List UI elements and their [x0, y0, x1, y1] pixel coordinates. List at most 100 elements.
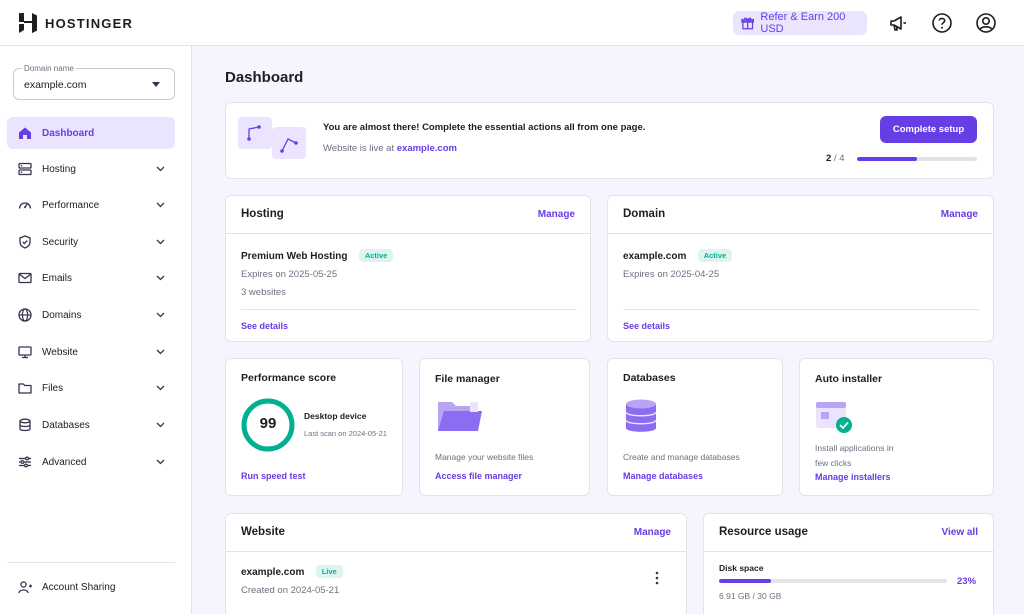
- sidebar-item-hosting[interactable]: Hosting: [7, 153, 175, 185]
- sidebar-item-label: Domains: [42, 309, 82, 321]
- file-manager-card: File manager Manage your website files A…: [419, 358, 590, 496]
- divider: [623, 309, 979, 310]
- hosting-manage-link[interactable]: Manage: [538, 209, 575, 220]
- performance-last-scan: Last scan on 2024-05-21: [304, 429, 387, 438]
- performance-score-gauge: 99: [240, 397, 296, 453]
- sidebar-item-label: Account Sharing: [42, 581, 116, 593]
- setup-progress-done: 2: [826, 153, 832, 164]
- hostinger-logo[interactable]: HOSTINGER: [19, 13, 133, 33]
- chevron-down-icon: [154, 163, 166, 175]
- setup-progress-text: 2 / 4: [826, 153, 845, 164]
- sidebar-item-files[interactable]: Files: [7, 372, 175, 404]
- website-live-link[interactable]: example.com: [397, 143, 457, 154]
- chevron-down-icon: [154, 199, 166, 211]
- mail-icon: [17, 270, 33, 286]
- status-badge: Active: [697, 249, 733, 263]
- chevron-down-icon: [154, 346, 166, 358]
- website-card: Website Manage example.com Live Created …: [225, 513, 687, 614]
- domain-select[interactable]: Domain name example.com: [13, 64, 175, 100]
- hostinger-logo-icon: [19, 13, 37, 33]
- account-button[interactable]: [975, 12, 997, 34]
- refer-earn-button[interactable]: Refer & Earn 200 USD: [733, 11, 867, 35]
- performance-card: Performance score 99 Desktop device Last…: [225, 358, 403, 496]
- domain-name: example.com: [623, 251, 687, 262]
- caret-down-icon: [152, 82, 160, 87]
- performance-score-value: 99: [259, 415, 277, 432]
- website-manage-link[interactable]: Manage: [634, 527, 671, 538]
- disk-usage-bar: [719, 579, 947, 583]
- hosting-card-title: Hosting: [241, 208, 284, 220]
- website-card-title: Website: [241, 526, 285, 538]
- sidebar-item-label: Dashboard: [42, 127, 95, 139]
- hosting-plan-name: Premium Web Hosting: [241, 251, 348, 262]
- sidebar-item-label: Performance: [42, 199, 100, 211]
- sidebar-item-label: Security: [42, 236, 79, 248]
- domain-manage-link[interactable]: Manage: [941, 209, 978, 220]
- domain-card-header: Domain Manage: [608, 196, 993, 234]
- home-icon: [17, 125, 33, 141]
- setup-illustration-icon: [238, 115, 308, 161]
- user-share-icon: [17, 579, 33, 595]
- chevron-down-icon: [154, 382, 166, 394]
- performance-card-title: Performance score: [241, 372, 337, 384]
- gauge-icon: [17, 197, 33, 213]
- disk-space-label: Disk space: [719, 563, 764, 573]
- website-card-header: Website Manage: [226, 514, 686, 552]
- hosting-plan-row: Premium Web Hosting Active: [241, 248, 394, 263]
- sidebar-item-emails[interactable]: Emails: [7, 262, 175, 294]
- more-options-icon[interactable]: [654, 571, 660, 588]
- announcements-button[interactable]: [887, 12, 909, 34]
- megaphone-icon: [890, 16, 906, 31]
- sidebar-item-domains[interactable]: Domains: [7, 299, 175, 331]
- page-title: Dashboard: [225, 69, 304, 86]
- manage-databases-link[interactable]: Manage databases: [623, 471, 703, 481]
- domain-select-label: Domain name: [22, 64, 76, 73]
- domain-see-details-link[interactable]: See details: [623, 321, 670, 331]
- run-speed-test-link[interactable]: Run speed test: [241, 471, 306, 481]
- sidebar-divider: [7, 562, 175, 563]
- help-button[interactable]: [931, 12, 953, 34]
- setup-headline: You are almost there! Complete the essen…: [323, 122, 646, 133]
- folder-icon: [17, 380, 33, 396]
- disk-usage-fill: [719, 579, 772, 583]
- sidebar-item-dashboard[interactable]: Dashboard: [7, 117, 175, 149]
- database-illustration-icon: [625, 399, 657, 436]
- sidebar-item-label: Hosting: [42, 163, 76, 175]
- domain-card-title: Domain: [623, 208, 666, 220]
- complete-setup-button[interactable]: Complete setup: [880, 116, 977, 143]
- hosting-card-header: Hosting Manage: [226, 196, 590, 234]
- databases-description: Create and manage databases: [623, 452, 740, 462]
- resource-card-title: Resource usage: [719, 526, 808, 538]
- sidebar-item-security[interactable]: Security: [7, 226, 175, 258]
- gift-icon: [741, 17, 755, 30]
- sidebar-item-label: Emails: [42, 272, 73, 284]
- sidebar-item-databases[interactable]: Databases: [7, 409, 175, 441]
- status-badge: Active: [358, 249, 394, 263]
- sidebar-item-performance[interactable]: Performance: [7, 189, 175, 221]
- chevron-down-icon: [154, 456, 166, 468]
- divider: [241, 309, 577, 310]
- website-created: Created on 2024-05-21: [241, 585, 340, 596]
- resource-usage-card: Resource usage View all Disk space 23% 6…: [703, 513, 994, 614]
- file-manager-card-title: File manager: [435, 373, 500, 385]
- setup-progress-bar: [857, 157, 977, 161]
- view-all-link[interactable]: View all: [941, 527, 978, 538]
- databases-card-title: Databases: [623, 372, 676, 384]
- hosting-website-count: 3 websites: [241, 287, 286, 298]
- access-file-manager-link[interactable]: Access file manager: [435, 471, 522, 481]
- sidebar-item-label: Website: [42, 346, 78, 358]
- sidebar-item-account-sharing[interactable]: Account Sharing: [7, 571, 175, 603]
- domain-name-row: example.com Active: [623, 248, 733, 263]
- manage-installers-link[interactable]: Manage installers: [815, 472, 891, 482]
- chevron-down-icon: [154, 309, 166, 321]
- sliders-icon: [17, 454, 33, 470]
- file-manager-description: Manage your website files: [435, 452, 534, 462]
- domain-select-value: example.com: [24, 79, 87, 91]
- sidebar-item-website[interactable]: Website: [7, 336, 175, 368]
- sidebar-item-advanced[interactable]: Advanced: [7, 446, 175, 478]
- folder-illustration-icon: [436, 399, 484, 436]
- disk-usage-percent: 23%: [957, 576, 977, 587]
- sidebar-item-label: Files: [42, 382, 64, 394]
- sidebar-item-label: Advanced: [42, 456, 87, 468]
- hosting-see-details-link[interactable]: See details: [241, 321, 288, 331]
